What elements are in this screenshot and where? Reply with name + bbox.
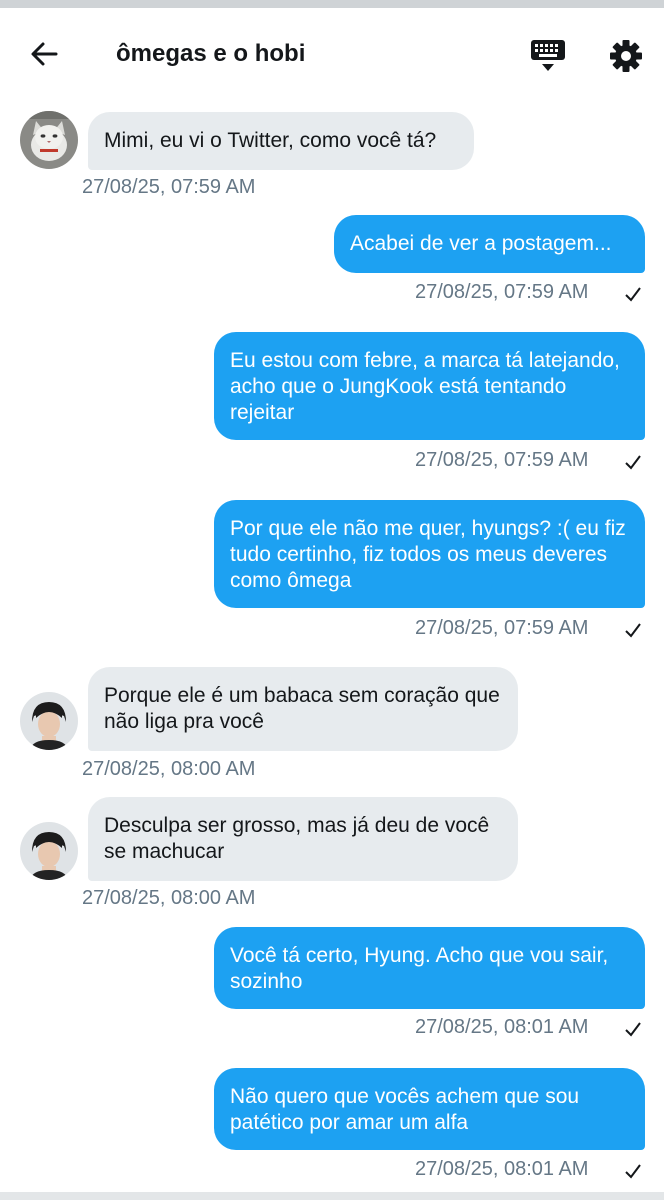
chat-header: ômegas e o hobi: [0, 8, 664, 98]
keyboard-button[interactable]: [526, 34, 570, 78]
chat-title: ômegas e o hobi: [116, 40, 306, 67]
message-bubble-incoming[interactable]: Mimi, eu vi o Twitter, como você tá?: [88, 112, 474, 170]
message-timestamp: 27/08/25, 08:01 AM: [415, 1158, 589, 1180]
message-bubble-outgoing[interactable]: Não quero que vocês achem que sou patéti…: [214, 1068, 645, 1150]
check-icon: [625, 455, 641, 470]
gear-icon: [610, 40, 642, 72]
status-bar: [0, 0, 664, 8]
message-timestamp: 27/08/25, 07:59 AM: [415, 617, 589, 639]
check-icon: [625, 623, 641, 638]
check-icon: [625, 1164, 641, 1179]
bottom-divider: [0, 1192, 664, 1200]
message-timestamp: 27/08/25, 08:00 AM: [82, 887, 256, 909]
person-avatar[interactable]: [20, 822, 78, 880]
cat-avatar[interactable]: [20, 111, 78, 169]
check-icon: [625, 287, 641, 302]
message-bubble-outgoing[interactable]: Acabei de ver a postagem...: [334, 215, 645, 273]
message-bubble-incoming[interactable]: Porque ele é um babaca sem coração que n…: [88, 667, 518, 751]
message-timestamp: 27/08/25, 07:59 AM: [82, 176, 256, 198]
message-bubble-outgoing[interactable]: Você tá certo, Hyung. Acho que vou sair,…: [214, 927, 645, 1009]
check-icon: [625, 1022, 641, 1037]
settings-button[interactable]: [604, 34, 648, 78]
message-timestamp: 27/08/25, 08:00 AM: [82, 758, 256, 780]
back-arrow-icon: [31, 42, 58, 66]
message-bubble-outgoing[interactable]: Por que ele não me quer, hyungs? :( eu f…: [214, 500, 645, 608]
keyboard-icon: [531, 40, 565, 71]
message-timestamp: 27/08/25, 08:01 AM: [415, 1016, 589, 1038]
message-bubble-incoming[interactable]: Desculpa ser grosso, mas já deu de você …: [88, 797, 518, 881]
person-avatar[interactable]: [20, 692, 78, 750]
back-button[interactable]: [22, 34, 66, 74]
message-timestamp: 27/08/25, 07:59 AM: [415, 449, 589, 471]
message-bubble-outgoing[interactable]: Eu estou com febre, a marca tá latejando…: [214, 332, 645, 440]
message-timestamp: 27/08/25, 07:59 AM: [415, 281, 589, 303]
